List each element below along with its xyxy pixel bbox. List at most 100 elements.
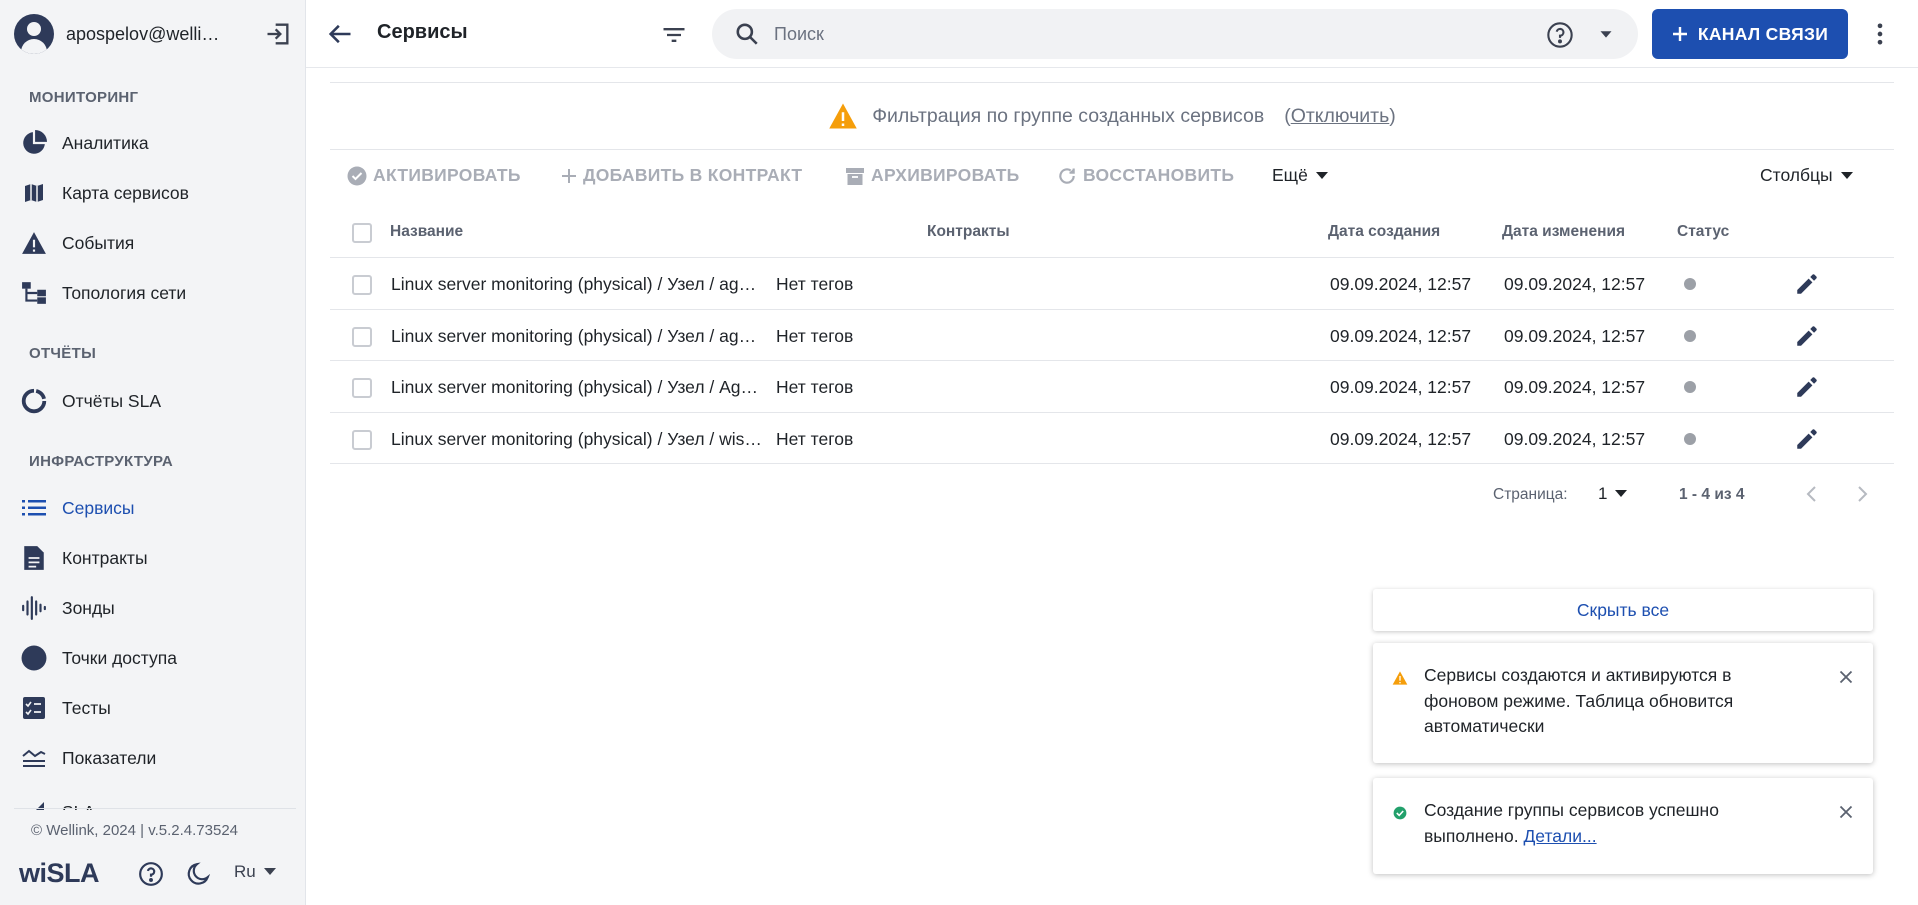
sidebar-item-label: Аналитика — [62, 132, 149, 153]
archive-icon — [846, 167, 864, 185]
more-vertical-icon[interactable] — [1866, 20, 1894, 48]
close-icon[interactable] — [1835, 801, 1857, 823]
chevron-down-icon — [1615, 490, 1628, 497]
metrics-icon — [20, 744, 48, 772]
columns-label: Столбцы — [1760, 165, 1833, 185]
sidebar-item-contracts[interactable]: Контракты — [0, 536, 300, 580]
service-name[interactable]: Linux server monitoring (physical) / Узе… — [391, 326, 764, 347]
service-name[interactable]: Linux server monitoring (physical) / Узе… — [391, 429, 764, 450]
sidebar-item-label: Сервисы — [62, 497, 135, 518]
column-header-contracts[interactable]: Контракты — [927, 223, 1010, 241]
edit-pencil-icon[interactable] — [1794, 426, 1822, 454]
select-all-checkbox[interactable] — [352, 223, 372, 243]
status-indicator — [1684, 381, 1696, 393]
top-bar: Сервисы КАНАЛ СВЯЗИ — [306, 0, 1918, 68]
row-checkbox[interactable] — [352, 429, 372, 450]
avatar-icon[interactable] — [14, 14, 54, 54]
sidebar-item-label: Карта сервисов — [62, 182, 189, 203]
service-name[interactable]: Linux server monitoring (physical) / Узе… — [391, 274, 764, 295]
add-to-contract-button[interactable]: ДОБАВИТЬ В КОНТРАКТ — [561, 165, 802, 186]
restore-button[interactable]: ВОССТАНОВИТЬ — [1057, 165, 1234, 186]
sidebar-item-service-map[interactable]: Карта сервисов — [0, 171, 300, 215]
check-circle-icon — [347, 166, 367, 185]
activate-button[interactable]: АКТИВИРОВАТЬ — [347, 165, 521, 186]
column-header-changed[interactable]: Дата изменения — [1502, 223, 1625, 241]
services-table: Название Контракты Дата создания Дата из… — [330, 206, 1894, 464]
warning-icon — [20, 229, 48, 257]
pagination: Страница: 1 1 - 4 из 4 — [330, 480, 1894, 510]
page-select[interactable]: 1 — [1598, 484, 1628, 504]
table-row[interactable]: Linux server monitoring (physical) / Узе… — [330, 310, 1894, 361]
sidebar-divider — [14, 808, 296, 809]
row-checkbox[interactable] — [352, 275, 372, 295]
sidebar-item-services[interactable]: Сервисы — [0, 486, 300, 530]
service-name[interactable]: Linux server monitoring (physical) / Узе… — [391, 377, 764, 398]
sidebar-item-label: Топология сети — [62, 282, 187, 303]
table-toolbar: АКТИВИРОВАТЬ ДОБАВИТЬ В КОНТРАКТ АРХИВИР… — [330, 150, 1894, 206]
chevron-right-icon[interactable] — [1850, 482, 1874, 506]
add-channel-button[interactable]: КАНАЛ СВЯЗИ — [1652, 9, 1848, 59]
warning-triangle-icon — [1392, 670, 1408, 686]
chevron-down-icon — [1840, 171, 1853, 179]
add-channel-label: КАНАЛ СВЯЗИ — [1697, 23, 1829, 44]
column-header-created[interactable]: Дата создания — [1328, 223, 1440, 241]
search-bar[interactable] — [712, 9, 1638, 59]
table-row[interactable]: Linux server monitoring (physical) / Узе… — [330, 361, 1894, 413]
sidebar-item-sla-reports[interactable]: Отчёты SLA — [0, 379, 300, 423]
sidebar-item-events[interactable]: События — [0, 221, 300, 265]
service-tags: Нет тегов — [776, 274, 854, 294]
edit-pencil-icon[interactable] — [1794, 271, 1822, 299]
row-checkbox[interactable] — [352, 378, 372, 398]
help-icon[interactable] — [137, 860, 165, 888]
row-checkbox[interactable] — [352, 326, 372, 347]
column-header-name[interactable]: Название — [390, 223, 463, 241]
sidebar-item-probes[interactable]: Зонды — [0, 586, 300, 630]
section-label-monitoring: МОНИТОРИНГ — [29, 89, 139, 106]
columns-dropdown[interactable]: Столбцы — [1760, 165, 1853, 186]
check-circle-icon — [1392, 805, 1408, 821]
archive-label: АРХИВИРОВАТЬ — [871, 165, 1020, 185]
donut-report-icon — [20, 387, 48, 415]
sidebar-item-topology[interactable]: Топология сети — [0, 271, 300, 315]
service-tags: Нет тегов — [776, 325, 854, 346]
edit-pencil-icon[interactable] — [1794, 374, 1822, 402]
hide-all-notifications-button[interactable]: Скрыть все — [1373, 589, 1873, 631]
more-actions-dropdown[interactable]: Ещё — [1272, 165, 1328, 186]
close-icon[interactable] — [1835, 666, 1857, 688]
probe-wave-icon — [20, 594, 48, 622]
back-arrow-icon[interactable] — [326, 20, 354, 48]
disable-filter-link[interactable]: (Отключить) — [1284, 105, 1396, 128]
filter-icon[interactable] — [660, 21, 688, 49]
table-row[interactable]: Linux server monitoring (physical) / Узе… — [330, 413, 1894, 464]
user-profile[interactable]: apospelov@wellink.ru — [0, 0, 306, 68]
language-select[interactable]: Ru — [234, 862, 276, 882]
filter-banner: Фильтрация по группе созданных сервисов … — [330, 82, 1894, 150]
sidebar-item-label: Отчёты SLA — [62, 390, 162, 411]
notification-warning: Сервисы создаются и активируются в фонов… — [1373, 643, 1873, 763]
document-icon — [20, 544, 48, 572]
brand-logo: wiSLA — [19, 858, 100, 888]
column-header-status[interactable]: Статус — [1677, 223, 1729, 241]
changed-date: 09.09.2024, 12:57 — [1504, 325, 1646, 346]
archive-button[interactable]: АРХИВИРОВАТЬ — [845, 165, 1020, 186]
notification-success: Создание группы сервисов успешно выполне… — [1373, 778, 1873, 874]
sidebar-item-label: Тесты — [62, 697, 111, 718]
dark-mode-icon[interactable] — [185, 860, 213, 888]
logout-icon[interactable] — [264, 20, 292, 48]
sidebar-item-label: События — [62, 232, 135, 253]
sidebar-item-tests[interactable]: Тесты — [0, 686, 300, 730]
sidebar-item-analytics[interactable]: Аналитика — [0, 121, 300, 165]
details-link[interactable]: Детали... — [1523, 826, 1596, 846]
chevron-left-icon[interactable] — [1800, 482, 1824, 506]
sidebar: apospelov@wellink.ru МОНИТОРИНГ Аналитик… — [0, 0, 306, 905]
user-name[interactable]: apospelov@wellink.ru — [66, 24, 226, 45]
search-options-chevron-icon[interactable] — [1595, 23, 1617, 45]
table-row[interactable]: Linux server monitoring (physical) / Узе… — [330, 258, 1894, 310]
search-help-icon[interactable] — [1546, 21, 1574, 49]
sidebar-item-access-points[interactable]: Точки доступа — [0, 636, 300, 680]
search-input[interactable] — [774, 22, 1474, 46]
edit-pencil-icon[interactable] — [1794, 323, 1822, 351]
more-actions-label: Ещё — [1272, 165, 1308, 185]
sidebar-item-label: Зонды — [62, 597, 115, 618]
sidebar-item-metrics[interactable]: Показатели — [0, 736, 300, 780]
